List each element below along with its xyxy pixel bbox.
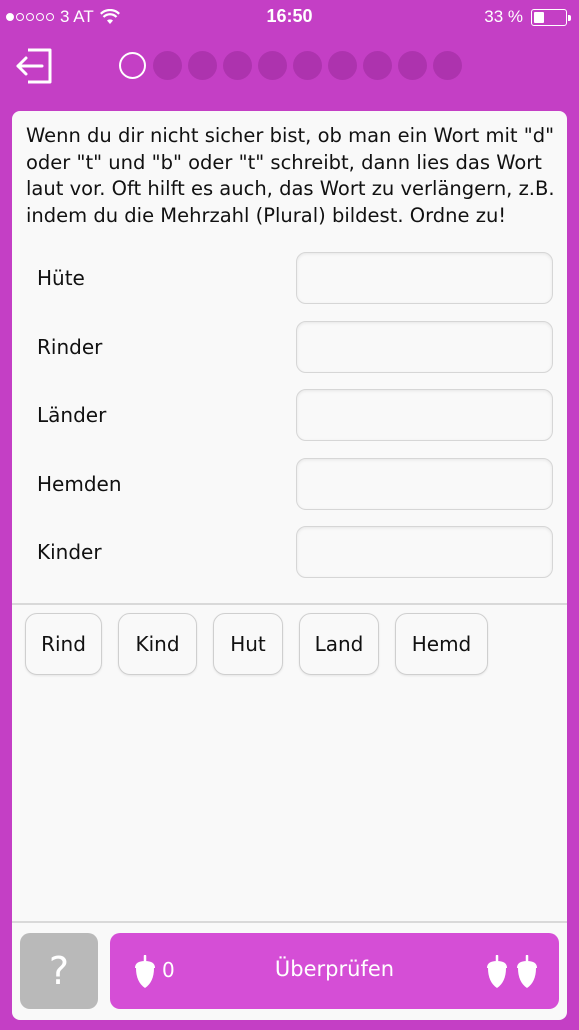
progress-dot-6	[293, 51, 322, 80]
help-button[interactable]: ?	[20, 933, 98, 1009]
status-bar: 3 AT 16:50 33 %	[0, 0, 579, 34]
progress-dot-2	[153, 51, 182, 80]
progress-dot-8	[363, 51, 392, 80]
battery-percent: 33 %	[484, 7, 523, 26]
progress-indicator	[118, 51, 462, 80]
row-label-3: Länder	[37, 403, 107, 427]
instructions-text: Wenn du dir nicht sicher bist, ob man ei…	[26, 124, 555, 227]
row-label-4: Hemden	[37, 472, 122, 496]
progress-dot-3	[188, 51, 217, 80]
acorn-icon	[487, 955, 507, 988]
acorn-icon	[517, 955, 537, 988]
progress-dot-4	[223, 51, 252, 80]
status-right: 33 %	[484, 7, 571, 27]
progress-dot-9	[398, 51, 427, 80]
drop-slot-5[interactable]	[296, 526, 553, 578]
drop-slot-1[interactable]	[296, 252, 553, 304]
exit-button[interactable]	[14, 46, 56, 86]
row-label-5: Kinder	[37, 540, 102, 564]
drop-slot-3[interactable]	[296, 389, 553, 441]
divider-top	[12, 603, 567, 605]
choice-chip-land[interactable]: Land	[299, 613, 379, 675]
progress-dot-7	[328, 51, 357, 80]
drop-slot-4[interactable]	[296, 458, 553, 510]
progress-dot-5	[258, 51, 287, 80]
exit-icon	[16, 48, 52, 84]
drop-slot-2[interactable]	[296, 321, 553, 373]
progress-dot-10	[433, 51, 462, 80]
choice-chip-hut[interactable]: Hut	[213, 613, 283, 675]
battery-icon	[531, 8, 571, 26]
progress-dot-1	[119, 52, 146, 79]
row-label-1: Hüte	[37, 266, 85, 290]
check-button[interactable]: 0 Überprüfen	[110, 933, 559, 1009]
divider-bottom	[12, 921, 567, 923]
choice-chip-kind[interactable]: Kind	[118, 613, 197, 675]
choice-chip-hemd[interactable]: Hemd	[395, 613, 488, 675]
exercise-card: Wenn du dir nicht sicher bist, ob man ei…	[12, 111, 567, 1020]
choice-chip-rind[interactable]: Rind	[25, 613, 102, 675]
row-label-2: Rinder	[37, 335, 103, 359]
